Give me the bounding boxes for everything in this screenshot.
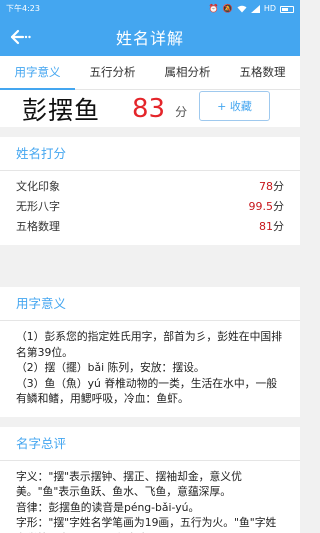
score-label: 五格数理 bbox=[16, 220, 60, 233]
score-unit: 分 bbox=[273, 180, 284, 193]
meaning-line: （2）摆（擺）bǎi 陈列，安放：摆设。 bbox=[16, 361, 205, 374]
page-title: 姓名详解 bbox=[115, 29, 184, 48]
score-label: 文化印象 bbox=[16, 180, 60, 193]
score-value: 99.5 bbox=[248, 200, 274, 213]
score-unit: 分 bbox=[273, 220, 284, 233]
meaning-card: 用字意义 （1）彭系您的指定姓氏用字，部首为彡，彭姓在中国排名第39位。 （2）… bbox=[0, 287, 300, 417]
name-card: 彭摆鱼 83 分 + 收藏 bbox=[0, 90, 300, 127]
meaning-title: 用字意义 bbox=[0, 287, 300, 321]
back-button[interactable] bbox=[8, 25, 32, 49]
back-arrow-icon bbox=[10, 29, 31, 45]
signal-icon bbox=[250, 5, 260, 13]
tab-character-meaning[interactable]: 用字意义 bbox=[0, 56, 75, 90]
name-text: 彭摆鱼 bbox=[22, 95, 101, 125]
divider bbox=[0, 416, 300, 427]
mute-icon: 🔕 bbox=[222, 4, 233, 13]
score-item-culture: 文化印象 78分 bbox=[16, 177, 284, 197]
divider bbox=[0, 127, 300, 137]
network-type: HD bbox=[263, 4, 276, 13]
summary-title: 名字总评 bbox=[0, 427, 300, 461]
summary-line: 字义："摆"表示摆钟、摆正、摆袖却金，意义优美。"鱼"表示鱼跃、鱼水、飞鱼，意蕴… bbox=[16, 469, 242, 499]
score-item-five-grids: 五格数理 81分 bbox=[16, 217, 284, 237]
meaning-line: （1）彭系您的指定姓氏用字，部首为彡，彭姓在中国排名第39位。 bbox=[16, 330, 282, 359]
wifi-icon bbox=[237, 5, 247, 13]
score-label: 无形八字 bbox=[16, 200, 60, 213]
total-score: 83 bbox=[132, 93, 166, 124]
meaning-line: （3）鱼（魚）yú 脊椎动物的一类，生活在水中，一般有鳞和鳍，用鳃呼吸，冷血：鱼… bbox=[16, 376, 278, 406]
app-bar: 姓名详解 bbox=[0, 18, 300, 56]
meaning-body: （1）彭系您的指定姓氏用字，部首为彡，彭姓在中国排名第39位。 （2）摆（擺）b… bbox=[0, 321, 300, 417]
alarm-icon: ⏰ bbox=[208, 4, 219, 13]
tab-bar: 用字意义 五行分析 属相分析 五格数理 bbox=[0, 56, 300, 90]
total-score-unit: 分 bbox=[175, 105, 188, 119]
score-value: 78 bbox=[259, 180, 273, 193]
status-bar: 下午4:23 ⏰ 🔕 HD bbox=[0, 0, 300, 18]
summary-line: 音律：彭摆鱼的读音是péng-bǎi-yú。 bbox=[16, 500, 200, 514]
summary-line: 字形："摆"字姓名学笔画为19画，五行为火。"鱼"字姓名学笔画为11画，五行为水… bbox=[16, 516, 277, 533]
score-list: 文化印象 78分 无形八字 99.5分 五格数理 81分 bbox=[0, 171, 300, 245]
scoring-card: 姓名打分 文化印象 78分 无形八字 99.5分 五格数理 81分 bbox=[0, 137, 300, 245]
score-item-bazi: 无形八字 99.5分 bbox=[16, 197, 284, 217]
status-time: 下午4:23 bbox=[6, 4, 40, 13]
tab-zodiac[interactable]: 属相分析 bbox=[150, 56, 225, 89]
battery-icon bbox=[280, 5, 294, 13]
score-value: 81 bbox=[259, 220, 273, 233]
summary-card: 名字总评 字义："摆"表示摆钟、摆正、摆袖却金，意义优美。"鱼"表示鱼跃、鱼水、… bbox=[0, 426, 300, 533]
status-icons: ⏰ 🔕 HD bbox=[209, 0, 294, 18]
tab-five-grids[interactable]: 五格数理 bbox=[225, 56, 300, 89]
scoring-title: 姓名打分 bbox=[0, 137, 300, 171]
tab-five-elements[interactable]: 五行分析 bbox=[75, 56, 150, 89]
spacer-band bbox=[0, 245, 300, 287]
score-unit: 分 bbox=[273, 200, 284, 213]
summary-body: 字义："摆"表示摆钟、摆正、摆袖却金，意义优美。"鱼"表示鱼跃、鱼水、飞鱼，意蕴… bbox=[0, 461, 300, 533]
favorite-button[interactable]: + 收藏 bbox=[199, 91, 270, 121]
